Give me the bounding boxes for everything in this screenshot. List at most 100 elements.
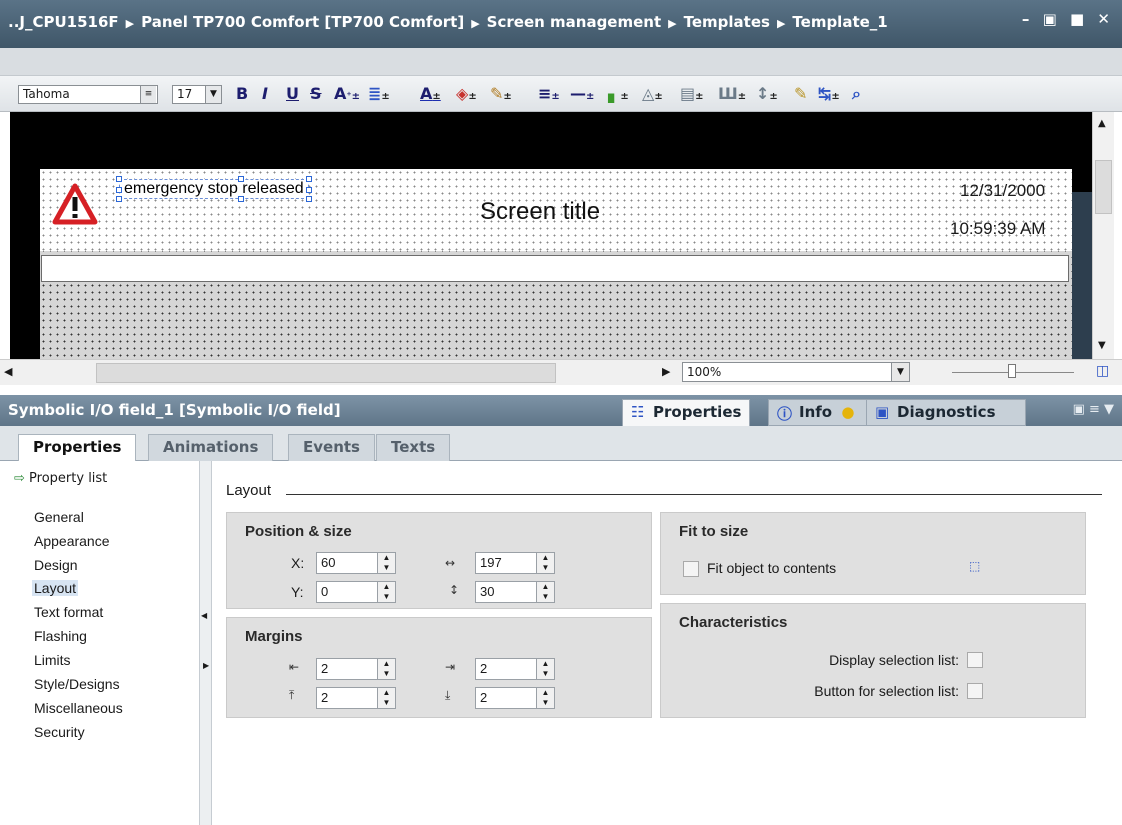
collapse-left-icon[interactable]: ◀ xyxy=(201,611,207,620)
nav-item-flashing[interactable]: Flashing xyxy=(34,628,87,644)
resize-handle[interactable] xyxy=(116,187,122,193)
breadcrumb-item-template[interactable]: Template_1 xyxy=(792,13,887,31)
panel-options-icon[interactable]: ▣ ≡ ▼ xyxy=(1073,402,1114,417)
layer-icon[interactable]: ↹± xyxy=(818,82,840,106)
display-list-checkbox[interactable] xyxy=(967,652,983,668)
spin-icon[interactable]: ▲ ▼ xyxy=(377,582,395,602)
window-controls[interactable]: – ▣ ■ ✕ xyxy=(1022,10,1114,28)
scroll-thumb[interactable] xyxy=(1095,160,1112,214)
subtab-animations[interactable]: Animations xyxy=(148,434,274,461)
zoom-select[interactable]: 100% ▼ xyxy=(682,362,910,382)
symbolic-io-field[interactable]: emergency stop released xyxy=(116,176,312,202)
tab-diagnostics[interactable]: ▣ Diagnostics xyxy=(866,399,1026,426)
spin-icon[interactable]: ▲ ▼ xyxy=(536,582,554,602)
screen-canvas[interactable]: emergency stop released Screen title 12/… xyxy=(10,112,1092,359)
resize-handle[interactable] xyxy=(116,176,122,182)
spin-icon[interactable]: ▲ ▼ xyxy=(536,553,554,573)
breadcrumb-item-templates[interactable]: Templates xyxy=(684,13,770,31)
margin-left-stepper[interactable]: 2 ▲ ▼ xyxy=(316,658,396,680)
font-color-icon[interactable]: A± xyxy=(420,82,441,106)
warning-icon[interactable] xyxy=(52,182,98,228)
horizontal-scroll-thumb[interactable] xyxy=(96,363,556,383)
scroll-down-icon[interactable]: ▼ xyxy=(1098,340,1106,351)
fit-object-checkbox[interactable] xyxy=(683,561,699,577)
x-stepper[interactable]: 60 ▲ ▼ xyxy=(316,552,396,574)
resize-handle[interactable] xyxy=(305,196,312,202)
bold-button[interactable]: B xyxy=(236,82,248,106)
resize-handle[interactable] xyxy=(238,196,244,202)
overview-icon[interactable]: ◫ xyxy=(1096,363,1109,379)
fill-color-icon[interactable]: ◈± xyxy=(456,82,477,106)
line-color-icon[interactable]: ✎± xyxy=(490,82,512,106)
expand-right-icon[interactable]: ▶ xyxy=(203,661,209,670)
fit-object-label: Fit object to contents xyxy=(707,560,837,576)
line-width-icon[interactable]: —± xyxy=(570,82,594,106)
chevron-down-icon[interactable]: ▼ xyxy=(205,86,221,103)
breadcrumb-item-cpu[interactable]: ..J_CPU1516F xyxy=(8,13,119,31)
screen-title[interactable]: Screen title xyxy=(480,198,600,226)
margin-bottom-value: 2 xyxy=(480,690,488,705)
scroll-up-icon[interactable]: ▲ xyxy=(1098,118,1106,129)
resize-handle[interactable] xyxy=(238,176,244,182)
margin-right-stepper[interactable]: 2 ▲ ▼ xyxy=(475,658,555,680)
alarm-text: emergency stop released xyxy=(124,180,304,197)
breadcrumb-item-panel[interactable]: Panel TP700 Comfort [TP700 Comfort] xyxy=(141,13,464,31)
spin-icon[interactable]: ▲ ▼ xyxy=(536,659,554,679)
font-family-select[interactable]: Tahoma xyxy=(18,85,158,104)
subtab-properties[interactable]: Properties xyxy=(18,434,137,461)
scroll-right-icon[interactable]: ▶ xyxy=(662,365,670,378)
nav-item-design[interactable]: Design xyxy=(34,557,78,573)
font-picker-icon[interactable]: ≡ xyxy=(140,86,156,103)
height-stepper[interactable]: 30 ▲ ▼ xyxy=(475,581,555,603)
distribute-icon[interactable]: Ш± xyxy=(718,82,746,106)
nav-item-security[interactable]: Security xyxy=(34,724,85,740)
date-field[interactable]: 12/31/2000 xyxy=(960,181,1045,201)
nav-item-miscellaneous[interactable]: Miscellaneous xyxy=(34,700,123,716)
fill-pattern-icon[interactable]: ▖± xyxy=(608,82,629,106)
align-icon[interactable]: ≣± xyxy=(368,82,390,106)
spin-icon[interactable]: ▲ ▼ xyxy=(377,688,395,708)
alarm-window[interactable] xyxy=(41,255,1069,282)
resize-handle[interactable] xyxy=(116,196,122,202)
resize-handle[interactable] xyxy=(305,187,312,193)
breadcrumb-item-screen-management[interactable]: Screen management xyxy=(487,13,661,31)
nav-item-layout[interactable]: Layout xyxy=(32,580,79,596)
width-stepper[interactable]: 197 ▲ ▼ xyxy=(475,552,555,574)
subtab-texts[interactable]: Texts xyxy=(376,434,451,461)
tab-properties[interactable]: ☷ Properties xyxy=(622,399,751,426)
nav-item-general[interactable]: General xyxy=(34,509,84,525)
panel-splitter[interactable]: ◀ ▶ xyxy=(200,461,212,825)
font-grow-icon[interactable]: A⁺± xyxy=(334,82,360,106)
property-list-label: Property list xyxy=(29,471,108,486)
nav-item-text-format[interactable]: Text format xyxy=(34,604,103,620)
zoom-area-icon[interactable]: ⌕ xyxy=(852,82,861,106)
margin-top-stepper[interactable]: 2 ▲ ▼ xyxy=(316,687,396,709)
same-size-icon[interactable]: ↕± xyxy=(756,82,778,106)
zoom-slider-thumb[interactable] xyxy=(1008,364,1016,378)
spin-icon[interactable]: ▲ ▼ xyxy=(377,553,395,573)
rotate-icon[interactable]: ◬± xyxy=(642,82,663,106)
y-stepper[interactable]: 0 ▲ ▼ xyxy=(316,581,396,603)
button-list-checkbox[interactable] xyxy=(967,683,983,699)
resize-handle[interactable] xyxy=(305,176,312,182)
y-label: Y: xyxy=(291,584,304,600)
underline-button[interactable]: U xyxy=(286,82,299,106)
italic-button[interactable]: I xyxy=(262,82,268,106)
spin-icon[interactable]: ▲ ▼ xyxy=(377,659,395,679)
nav-item-style-designs[interactable]: Style/Designs xyxy=(34,676,120,692)
chevron-down-icon[interactable]: ▼ xyxy=(891,363,909,381)
format-painter-icon[interactable]: ✎ xyxy=(794,82,807,106)
subtab-events[interactable]: Events xyxy=(288,434,375,461)
time-field[interactable]: 10:59:39 AM xyxy=(950,219,1045,239)
spin-icon[interactable]: ▲ ▼ xyxy=(536,688,554,708)
nav-item-appearance[interactable]: Appearance xyxy=(34,533,110,549)
nav-item-limits[interactable]: Limits xyxy=(34,652,71,668)
strikethrough-button[interactable]: S xyxy=(310,82,322,106)
line-style-icon[interactable]: ≡± xyxy=(538,82,560,106)
vertical-scrollbar[interactable]: ▲ ▼ xyxy=(1092,112,1114,359)
property-list-button[interactable]: ⇨ Property list xyxy=(14,471,107,486)
scroll-left-icon[interactable]: ◀ xyxy=(4,365,12,378)
align-objects-icon[interactable]: ▤± xyxy=(680,82,704,106)
margin-bottom-stepper[interactable]: 2 ▲ ▼ xyxy=(475,687,555,709)
fit-to-size-icon[interactable]: ⬚ xyxy=(969,559,980,573)
